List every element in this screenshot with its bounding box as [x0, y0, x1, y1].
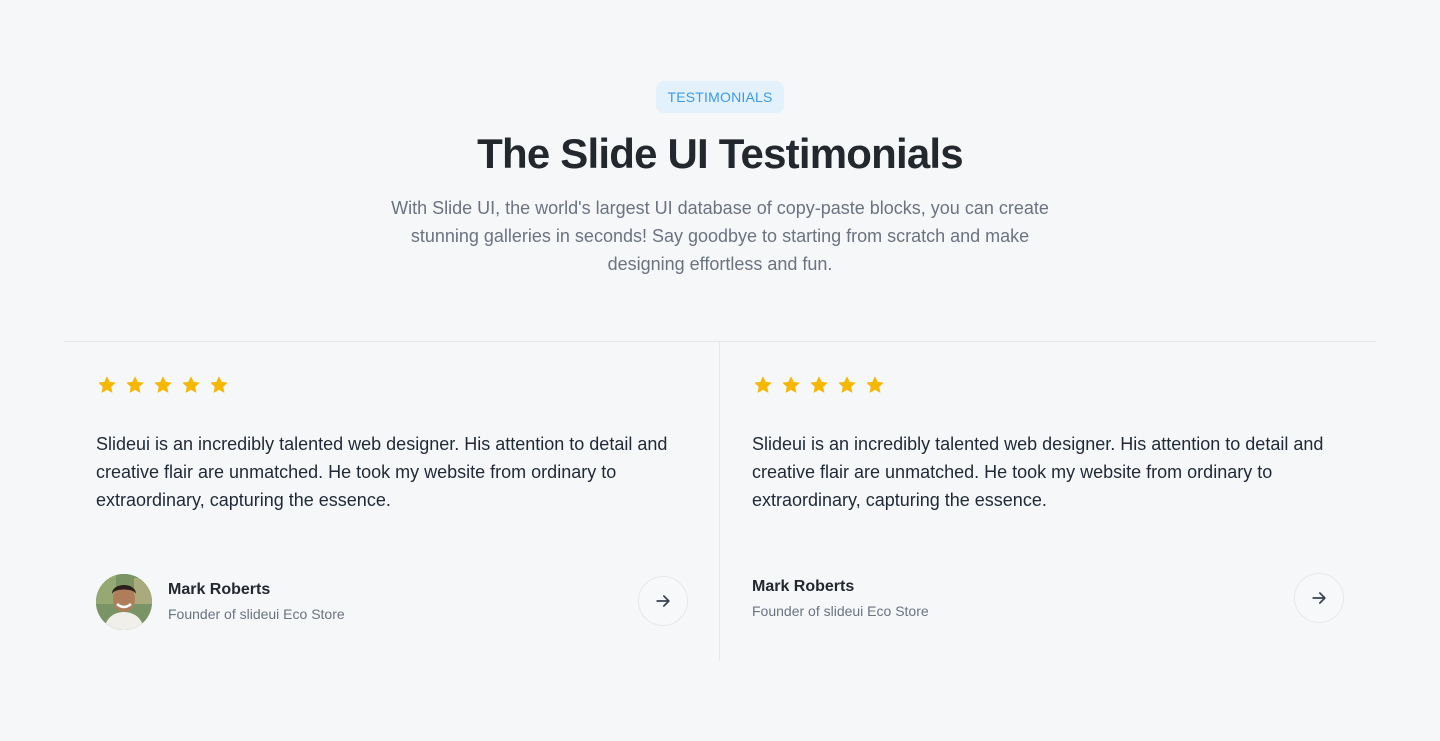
star-icon [98, 376, 116, 393]
author-role: Founder of slideui Eco Store [168, 606, 345, 622]
testimonial-quote: Slideui is an incredibly talented web de… [752, 434, 1324, 510]
next-button[interactable] [1294, 573, 1344, 623]
author-name: Mark Roberts [752, 578, 855, 595]
star-rating [96, 374, 230, 396]
star-icon [126, 376, 144, 393]
star-icon [866, 376, 884, 393]
star-rating [752, 374, 886, 396]
section-subtitle: With Slide UI, the world's largest UI da… [391, 198, 1049, 274]
avatar [96, 574, 152, 630]
star-icon [782, 376, 800, 393]
star-icon [154, 376, 172, 393]
section-badge: TESTIMONIALS [656, 81, 784, 113]
testimonial-card: Slideui is an incredibly talented web de… [64, 342, 720, 661]
testimonials-section: TESTIMONIALS The Slide UI Testimonials W… [0, 0, 1440, 741]
star-icon [838, 376, 856, 393]
next-button[interactable] [638, 576, 688, 626]
testimonial-quote: Slideui is an incredibly talented web de… [96, 434, 668, 510]
testimonial-card: Slideui is an incredibly talented web de… [720, 342, 1376, 661]
section-title: The Slide UI Testimonials [477, 130, 963, 177]
star-icon [810, 376, 828, 393]
author-info: Mark Roberts Founder of slideui Eco Stor… [168, 580, 345, 624]
arrow-right-icon [656, 595, 670, 607]
author-info: Mark Roberts Founder of slideui Eco Stor… [752, 577, 929, 621]
author-role: Founder of slideui Eco Store [752, 603, 929, 619]
star-icon [182, 376, 200, 393]
star-icon [754, 376, 772, 393]
author-name: Mark Roberts [168, 581, 271, 598]
arrow-right-icon [1312, 592, 1326, 604]
star-icon [210, 376, 228, 393]
